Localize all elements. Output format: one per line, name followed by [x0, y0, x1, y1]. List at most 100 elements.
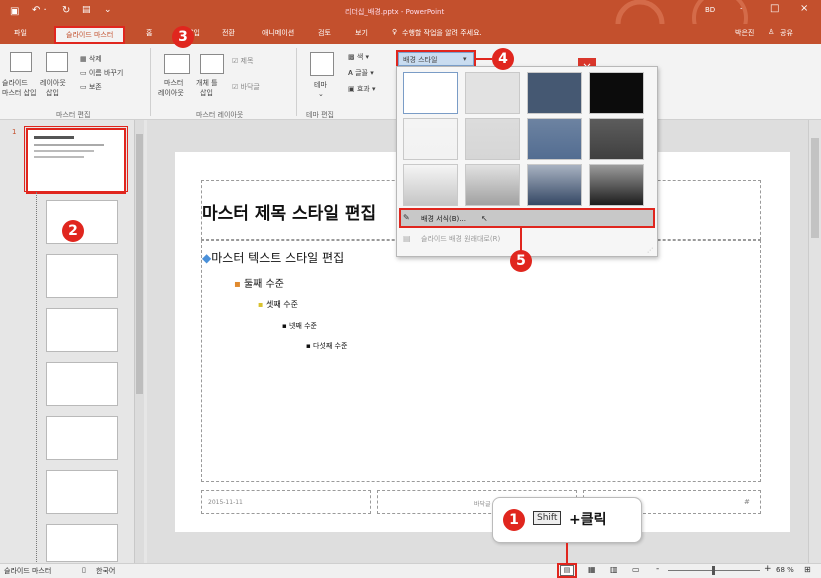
layout-thumbnail[interactable]: [46, 416, 118, 460]
master-layout-label-2[interactable]: 레이아웃: [158, 88, 184, 98]
footer-checkbox[interactable]: ☑ 바닥글: [232, 82, 260, 92]
themes-label[interactable]: 테마: [314, 80, 327, 90]
title-bar: ▣ ↶ · ↻ ▤ ⌄ 리더십_배경.pptx - PowerPoint BD …: [0, 0, 821, 44]
background-style-swatch[interactable]: [527, 164, 582, 206]
reset-background-item[interactable]: ▤ 슬라이드 배경 원래대로(R): [399, 231, 655, 247]
background-style-swatch[interactable]: [589, 72, 644, 114]
save-icon[interactable]: ▣: [10, 6, 19, 17]
bullet-icon: ▪: [258, 300, 266, 309]
zoom-slider[interactable]: [668, 566, 760, 575]
insert-slide-master-label-2[interactable]: 마스터 삽입: [2, 88, 36, 98]
group-master-edit: 마스터 편집: [56, 111, 91, 119]
tab-view[interactable]: 보기: [355, 28, 368, 38]
background-style-swatch[interactable]: [589, 164, 644, 206]
chevron-down-icon[interactable]: ⌄: [318, 90, 324, 98]
insert-layout-label-1[interactable]: 레이아웃: [40, 78, 66, 88]
callout-2: 2: [62, 220, 84, 242]
preserve-button[interactable]: ▭ 보존: [80, 82, 102, 92]
customize-qat-icon[interactable]: ⌄: [104, 5, 112, 15]
background-style-swatch[interactable]: [403, 118, 458, 160]
scrollbar-thumb[interactable]: [136, 134, 143, 394]
reading-view-icon[interactable]: ▥: [610, 565, 618, 574]
insert-placeholder-label-1[interactable]: 개체 틀: [196, 78, 218, 88]
tell-me-input[interactable]: 수행할 작업을 알려 주세요.: [402, 28, 482, 38]
insert-placeholder-label-2[interactable]: 삽입: [200, 88, 213, 98]
start-from-beginning-icon[interactable]: ▤: [82, 5, 91, 15]
view-name: 슬라이드 마스터: [4, 567, 52, 575]
background-style-swatch[interactable]: [403, 164, 458, 206]
callout-connector: [566, 543, 568, 563]
text-level-1: ◆마스터 텍스트 스타일 편집: [202, 249, 344, 266]
background-style-swatch[interactable]: [527, 118, 582, 160]
zoom-level[interactable]: 68 %: [776, 566, 794, 574]
background-style-swatch[interactable]: [465, 118, 520, 160]
zoom-in-icon[interactable]: +: [764, 564, 772, 574]
tab-file[interactable]: 파일: [14, 28, 27, 38]
layout-thumbnail[interactable]: [46, 362, 118, 406]
tab-home[interactable]: 홈: [146, 28, 152, 38]
rename-button[interactable]: ▭ 이름 바꾸기: [80, 68, 123, 78]
undo-icon[interactable]: ↶ ·: [32, 5, 47, 16]
tab-transitions[interactable]: 전환: [222, 28, 235, 38]
layout-thumbnail[interactable]: [46, 254, 118, 298]
background-style-swatch[interactable]: [527, 72, 582, 114]
background-style-swatch[interactable]: [403, 72, 458, 114]
tell-me-icon[interactable]: ♀: [392, 28, 397, 36]
text-level-4-label: 넷째 수준: [288, 322, 317, 330]
text-placeholder[interactable]: ◆마스터 텍스트 스타일 편집 ▪ 둘째 수준 ▪ 셋째 수준 ▪ 넷째 수준 …: [201, 240, 761, 482]
fit-slide-icon[interactable]: ⊞: [804, 565, 811, 574]
insert-slide-master-icon[interactable]: [10, 52, 32, 72]
fonts-button[interactable]: 𝐀 글꼴 ▾: [348, 68, 374, 78]
zoom-slider-thumb[interactable]: [712, 566, 715, 575]
redo-icon[interactable]: ↻: [62, 5, 70, 16]
slide-sorter-icon[interactable]: ▦: [588, 565, 596, 574]
title-checkbox[interactable]: ☑ 제목: [232, 56, 253, 66]
tab-slide-master[interactable]: 슬라이드 마스터: [54, 26, 126, 44]
ribbon-separator: [296, 48, 297, 116]
layout-thumbnail[interactable]: [46, 200, 118, 244]
delete-button[interactable]: ▦ 삭제: [80, 54, 102, 64]
insert-layout-icon[interactable]: [46, 52, 68, 72]
tab-animations[interactable]: 애니메이션: [262, 28, 294, 38]
spelling-icon[interactable]: ▯: [82, 566, 86, 574]
resize-grip-icon[interactable]: ⋰: [647, 247, 653, 254]
language-label[interactable]: 한국어: [96, 566, 115, 576]
layout-thumbnail[interactable]: [46, 470, 118, 514]
close-icon[interactable]: ×: [800, 3, 808, 14]
background-style-swatch[interactable]: [589, 118, 644, 160]
group-theme-edit: 테마 편집: [306, 111, 334, 119]
master-layout-label-1[interactable]: 마스터: [164, 78, 183, 88]
fonts-label: 글꼴: [355, 69, 368, 77]
background-style-swatch[interactable]: [465, 164, 520, 206]
date-placeholder[interactable]: 2015-11-11: [201, 490, 371, 514]
zoom-out-icon[interactable]: -: [656, 564, 659, 574]
maximize-icon[interactable]: □: [770, 3, 779, 14]
tab-review[interactable]: 검토: [318, 28, 331, 38]
preserve-label: 보존: [88, 83, 102, 91]
master-layout-icon[interactable]: [164, 54, 190, 74]
callout-1: 1: [503, 509, 525, 531]
insert-layout-label-2[interactable]: 삽입: [46, 88, 59, 98]
canvas-scrollbar[interactable]: [808, 120, 821, 563]
themes-icon[interactable]: [310, 52, 334, 76]
text-level-2-label: 둘째 수준: [243, 279, 284, 290]
thumbnail-scrollbar[interactable]: [134, 120, 144, 563]
text-level-3: ▪ 셋째 수준: [258, 299, 298, 310]
share-icon[interactable]: ♙: [768, 28, 774, 36]
delete-label: 삭제: [88, 55, 102, 63]
layout-thumbnail[interactable]: [46, 308, 118, 352]
text-level-3-label: 셋째 수준: [265, 300, 298, 309]
account-name[interactable]: 박은진: [735, 28, 754, 38]
background-style-swatch[interactable]: [465, 72, 520, 114]
slideshow-icon[interactable]: ▭: [632, 565, 640, 574]
footer-checkbox-label: 바닥글: [240, 83, 260, 91]
effects-label: 효과: [356, 85, 370, 93]
share-button[interactable]: 공유: [780, 28, 793, 38]
insert-placeholder-icon[interactable]: [200, 54, 224, 74]
effects-button[interactable]: ▣ 효과 ▾: [348, 84, 375, 94]
insert-slide-master-label-1[interactable]: 슬라이드: [2, 78, 28, 88]
scrollbar-thumb[interactable]: [811, 138, 819, 238]
layout-thumbnail[interactable]: [46, 524, 118, 562]
colors-button[interactable]: ▩ 색 ▾: [348, 52, 369, 62]
title-checkbox-label: 제목: [240, 57, 254, 65]
